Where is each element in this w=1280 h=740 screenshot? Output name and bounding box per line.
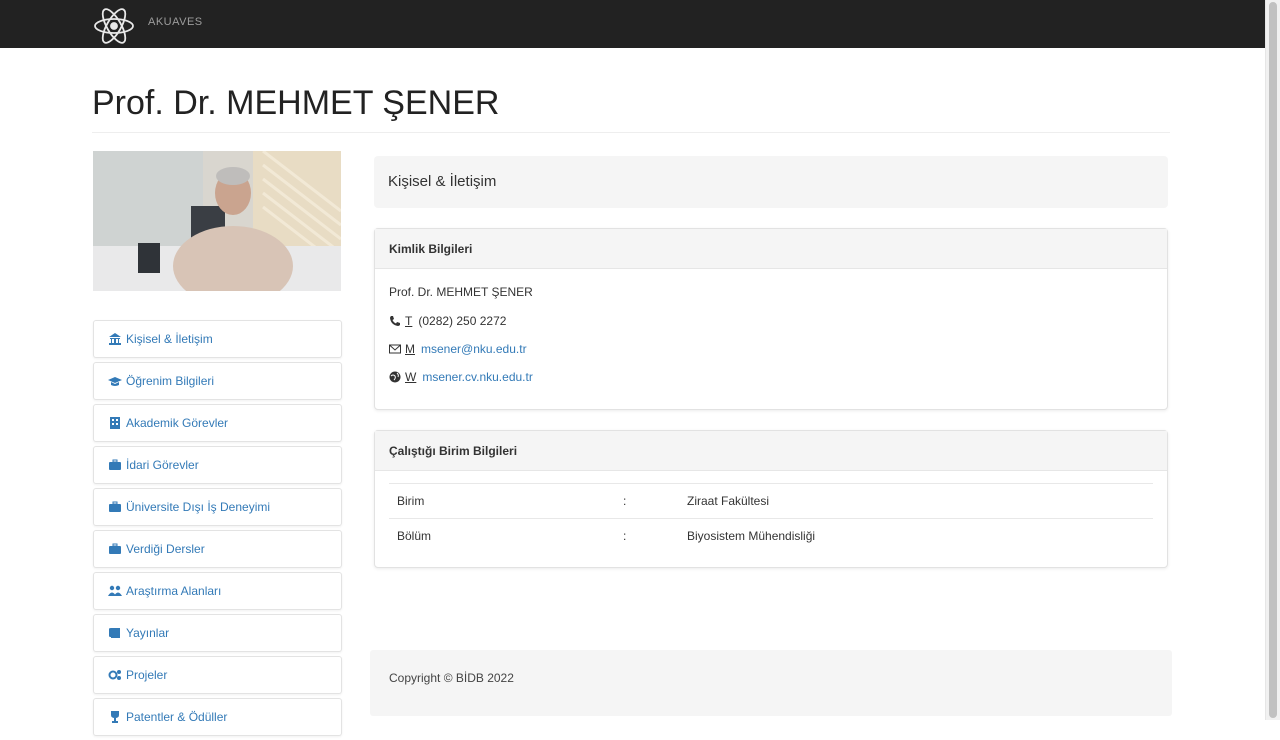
table-row: Birim : Ziraat Fakültesi	[389, 483, 1153, 519]
unit-label: Birim	[389, 483, 615, 519]
sidebar-item-label: Projeler	[126, 668, 168, 682]
email-link[interactable]: msener@nku.edu.tr	[421, 342, 527, 356]
department-separator: :	[615, 518, 679, 553]
copyright-text: Copyright © BİDB 2022	[389, 671, 514, 685]
sidebar-item-label: Kişisel & İletişim	[126, 332, 213, 346]
sidebar-item-courses[interactable]: Verdiği Dersler	[93, 530, 342, 568]
identity-name-text: Prof. Dr. MEHMET ŞENER	[389, 285, 533, 299]
phone-abbr: T	[405, 314, 413, 328]
sidebar-item-academic-duties[interactable]: Akademik Görevler	[93, 404, 342, 442]
sidebar-item-research-areas[interactable]: Araştırma Alanları	[93, 572, 342, 610]
briefcase-icon	[109, 543, 121, 554]
identity-panel-heading: Kimlik Bilgileri	[375, 229, 1167, 269]
sidebar-item-personal-contact[interactable]: Kişisel & İletişim	[93, 320, 342, 358]
book-icon	[109, 628, 120, 638]
unit-separator: :	[615, 483, 679, 519]
brand-name[interactable]: AKUAVES	[148, 16, 203, 28]
sidebar-item-external-experience[interactable]: Üniversite Dışı İş Deneyimi	[93, 488, 342, 526]
phone-icon	[390, 316, 400, 326]
sidebar-item-administrative-duties[interactable]: İdari Görevler	[93, 446, 342, 484]
sidebar-item-label: Akademik Görevler	[126, 416, 229, 430]
graduation-cap-icon	[108, 377, 122, 386]
email-line: M msener@nku.edu.tr	[389, 342, 527, 356]
table-row: Bölüm : Biyosistem Mühendisliği	[389, 518, 1153, 553]
envelope-icon	[389, 344, 401, 354]
profile-photo	[93, 151, 341, 291]
sidebar-item-label: Patentler & Ödüller	[126, 710, 228, 724]
department-value: Biyosistem Mühendisliği	[679, 518, 1153, 553]
trophy-icon	[111, 711, 119, 723]
globe-icon	[389, 371, 401, 383]
sidebar-item-patents-awards[interactable]: Patentler & Ödüller	[93, 698, 342, 736]
title-divider	[92, 132, 1170, 133]
briefcase-icon	[109, 501, 121, 512]
building-icon	[110, 417, 120, 429]
sidebar-item-label: Verdiği Dersler	[126, 542, 205, 556]
department-label: Bölüm	[389, 518, 615, 553]
unit-info-panel: Çalıştığı Birim Bilgileri Birim : Ziraat…	[374, 430, 1168, 568]
top-navbar: AKUAVES	[0, 0, 1266, 48]
unit-value: Ziraat Fakültesi	[679, 483, 1153, 519]
website-line: W msener.cv.nku.edu.tr	[389, 370, 533, 384]
identity-panel: Kimlik Bilgileri Prof. Dr. MEHMET ŞENER …	[374, 228, 1168, 410]
sidebar-item-label: Araştırma Alanları	[126, 584, 222, 598]
phone-line: T (0282) 250 2272	[389, 314, 506, 328]
scrollbar-thumb[interactable]	[1269, 2, 1277, 718]
sidebar-item-label: İdari Görevler	[126, 458, 199, 472]
users-icon	[108, 585, 122, 596]
bank-icon	[109, 333, 121, 345]
sidebar-item-label: Yayınlar	[126, 626, 170, 640]
unit-panel-heading: Çalıştığı Birim Bilgileri	[375, 431, 1167, 471]
email-abbr: M	[405, 342, 415, 356]
sidebar-item-label: Üniversite Dışı İş Deneyimi	[126, 500, 271, 514]
sidebar-menu: Kişisel & İletişim Öğrenim Bilgileri Aka…	[93, 320, 342, 740]
phone-number: (0282) 250 2272	[418, 314, 507, 328]
briefcase-icon	[109, 459, 121, 470]
section-header: Kişisel & İletişim	[374, 156, 1168, 208]
identity-name: Prof. Dr. MEHMET ŞENER	[389, 285, 533, 299]
page-title: Prof. Dr. MEHMET ŞENER	[92, 84, 500, 122]
unit-info-table: Birim : Ziraat Fakültesi Bölüm : Biyosis…	[389, 483, 1153, 553]
website-link[interactable]: msener.cv.nku.edu.tr	[422, 370, 533, 384]
website-abbr: W	[405, 370, 417, 384]
sidebar-item-projects[interactable]: Projeler	[93, 656, 342, 694]
page-footer: Copyright © BİDB 2022	[370, 650, 1172, 716]
gears-icon	[108, 670, 121, 680]
sidebar-item-label: Öğrenim Bilgileri	[126, 374, 215, 388]
sidebar-item-publications[interactable]: Yayınlar	[93, 614, 342, 652]
sidebar-item-education[interactable]: Öğrenim Bilgileri	[93, 362, 342, 400]
atom-logo-icon[interactable]	[90, 4, 138, 48]
page-scrollbar[interactable]	[1265, 0, 1280, 720]
